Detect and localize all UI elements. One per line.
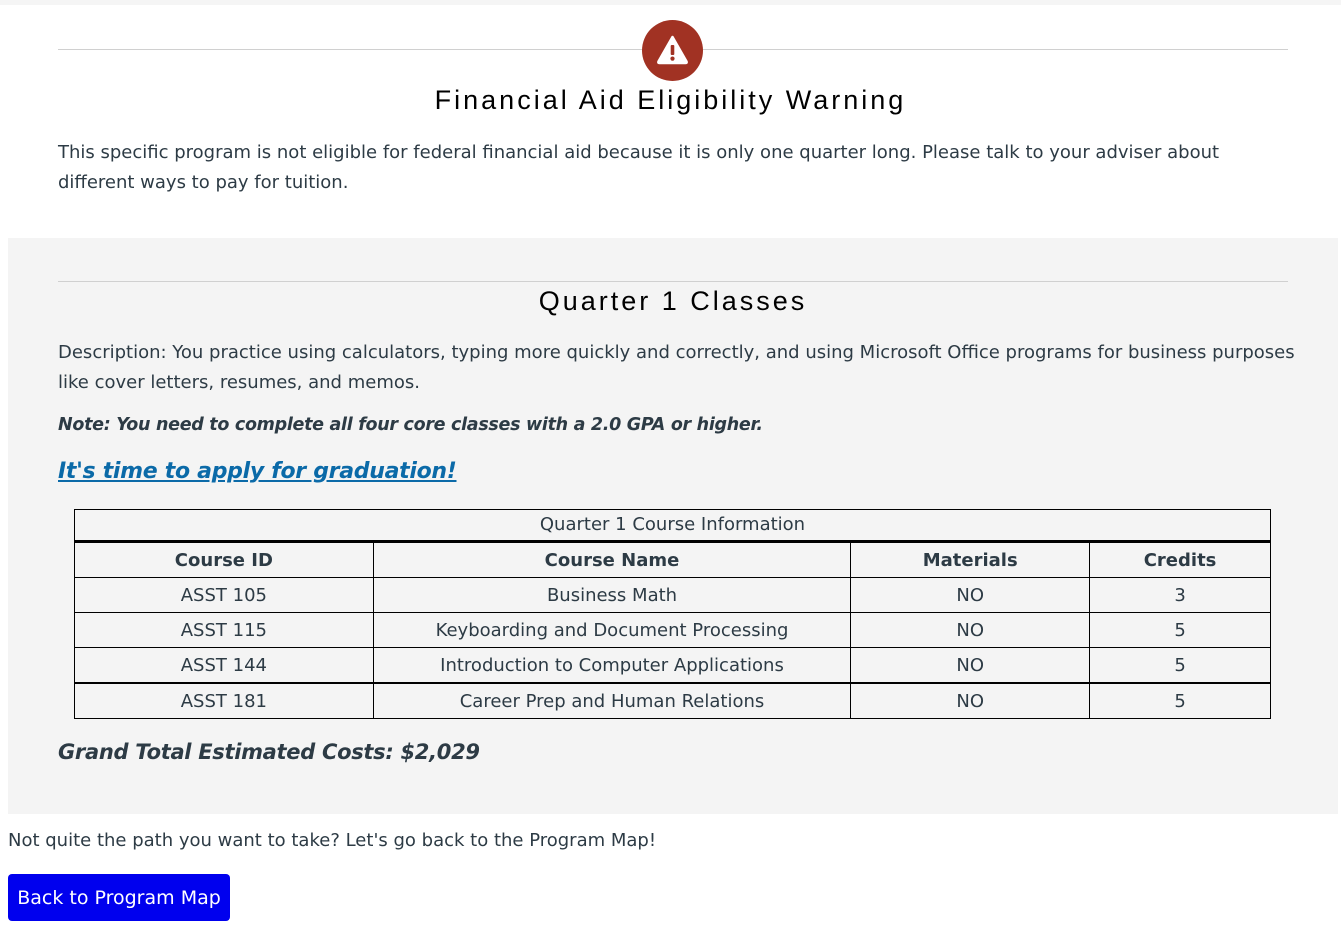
course-name-cell: Keyboarding and Document Processing [372, 612, 852, 648]
header-course-name: Course Name [372, 540, 852, 578]
quarter-section: Quarter 1 Classes Description: You pract… [8, 238, 1338, 814]
course-name-cell: Business Math [372, 577, 852, 613]
header-course-id: Course ID [74, 540, 374, 578]
course-name-cell: Career Prep and Human Relations [372, 682, 852, 719]
course-name-cell: Introduction to Computer Applications [372, 647, 852, 684]
table-row: ASST 181 Career Prep and Human Relations… [74, 682, 1271, 719]
header-materials: Materials [850, 540, 1091, 578]
materials-cell: NO [850, 682, 1091, 719]
table-header-row: Course ID Course Name Materials Credits [74, 540, 1271, 578]
table-row: ASST 115 Keyboarding and Document Proces… [74, 612, 1271, 648]
course-table: Quarter 1 Course Information Course ID C… [74, 509, 1271, 719]
warning-icon [642, 20, 703, 81]
grand-total-costs: Grand Total Estimated Costs: $2,029 [58, 740, 480, 764]
course-id-cell: ASST 115 [74, 612, 374, 648]
header-credits: Credits [1089, 540, 1271, 578]
credits-cell: 5 [1089, 612, 1271, 648]
back-prompt-text: Not quite the path you want to take? Let… [8, 830, 657, 851]
apply-graduation-link[interactable]: It's time to apply for graduation! [58, 459, 457, 484]
warning-triangle-icon [657, 35, 688, 65]
quarter-divider [58, 281, 1288, 282]
back-to-program-map-button[interactable]: Back to Program Map [8, 874, 230, 921]
course-id-cell: ASST 105 [74, 577, 374, 613]
table-caption: Quarter 1 Course Information [74, 509, 1271, 540]
credits-cell: 5 [1089, 682, 1271, 719]
materials-cell: NO [850, 577, 1091, 613]
materials-cell: NO [850, 612, 1091, 648]
gpa-note: Note: You need to complete all four core… [58, 415, 763, 435]
credits-cell: 5 [1089, 647, 1271, 684]
table-row: ASST 105 Business Math NO 3 [74, 577, 1271, 613]
course-id-cell: ASST 144 [74, 647, 374, 684]
course-id-cell: ASST 181 [74, 682, 374, 719]
warning-title: Financial Aid Eligibility Warning [434, 85, 907, 115]
materials-cell: NO [850, 647, 1091, 684]
financial-aid-warning-section: Financial Aid Eligibility Warning This s… [0, 5, 1341, 237]
table-row: ASST 144 Introduction to Computer Applic… [74, 647, 1271, 684]
page: Financial Aid Eligibility Warning This s… [0, 0, 1341, 925]
quarter-title: Quarter 1 Classes [538, 286, 808, 316]
quarter-description: Description: You practice using calculat… [58, 342, 1295, 393]
warning-text: This specific program is not eligible fo… [58, 142, 1220, 193]
credits-cell: 3 [1089, 577, 1271, 613]
